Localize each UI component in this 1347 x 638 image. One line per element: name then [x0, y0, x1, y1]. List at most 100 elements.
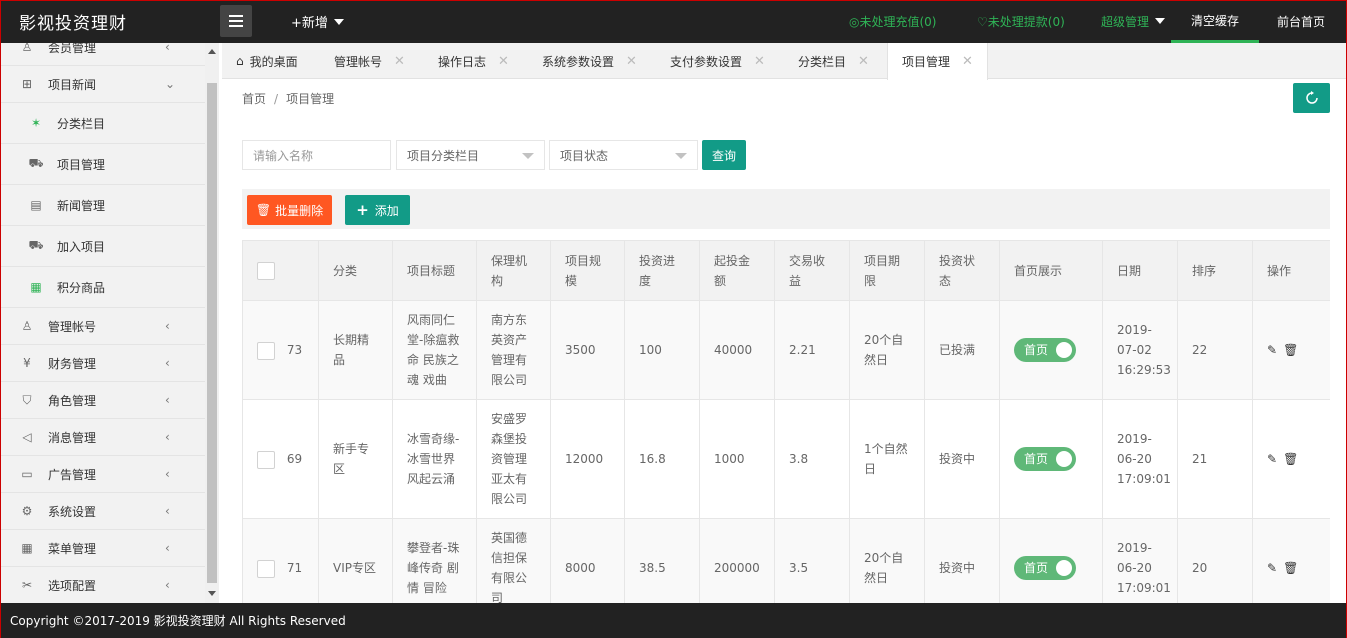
- close-icon[interactable]: ✕: [394, 54, 405, 69]
- scroll-up-arrow-icon[interactable]: [208, 49, 216, 54]
- tab-label: 支付参数设置: [670, 54, 743, 69]
- row-checkbox[interactable]: [257, 341, 275, 360]
- user-icon: ♙: [21, 43, 33, 54]
- chevron-left-icon: ‹: [165, 578, 170, 592]
- sidebar-item-messages[interactable]: ◁ 消息管理 ‹: [1, 419, 205, 456]
- delete-icon[interactable]: 🗑: [1283, 449, 1298, 469]
- sidebar-item-label: 角色管理: [48, 393, 97, 408]
- home-show-switch[interactable]: 首页: [1014, 447, 1076, 471]
- sidebar-item-menu-manage[interactable]: ▦ 菜单管理 ‹: [1, 530, 205, 567]
- sidebar-item-roles[interactable]: ⛉ 角色管理 ‹: [1, 382, 205, 419]
- close-icon[interactable]: ✕: [754, 54, 765, 69]
- dropdown-arrow-icon: [522, 153, 534, 159]
- close-icon[interactable]: ✕: [498, 54, 509, 69]
- yield-cell: 2.21: [774, 300, 850, 400]
- sidebar-item-members[interactable]: ♙ 会员管理 ‹: [1, 43, 205, 66]
- sidebar-item-project-news[interactable]: ⊞ 项目新闻 ⌄: [1, 66, 205, 103]
- sidebar-item-label: 项目管理: [57, 157, 106, 172]
- footer: Copyright ©2017-2019 影视投资理财 All Rights R…: [1, 603, 1346, 638]
- date-cell: 2019-06-20 17:09:01: [1102, 518, 1178, 603]
- breadcrumb-home[interactable]: 首页: [242, 92, 266, 106]
- sort-cell: 22: [1177, 300, 1253, 400]
- column-header: 首页展示: [999, 240, 1103, 301]
- batch-delete-button[interactable]: 🗑 批量删除: [247, 195, 332, 225]
- close-icon[interactable]: ✕: [858, 54, 869, 69]
- category-cell: VIP专区: [318, 518, 393, 603]
- scroll-thumb[interactable]: [207, 83, 217, 583]
- image-icon: ▭: [21, 467, 33, 481]
- row-id: 69: [286, 452, 303, 466]
- sidebar-item-system-settings[interactable]: ⚙ 系统设置 ‹: [1, 493, 205, 530]
- min-invest-cell: 200000: [699, 518, 775, 603]
- sidebar-scrollbar[interactable]: [205, 43, 219, 603]
- refresh-button[interactable]: [1293, 83, 1330, 113]
- close-icon[interactable]: ✕: [626, 54, 637, 69]
- sidebar-item-news-manage[interactable]: ▤ 新闻管理: [1, 185, 205, 226]
- row-checkbox[interactable]: [257, 450, 275, 469]
- sidebar-item-category[interactable]: ✶ 分类栏目: [1, 103, 205, 144]
- status-cell: 投资中: [924, 399, 1000, 519]
- scroll-down-arrow-icon[interactable]: [208, 591, 216, 596]
- row-select-cell: 71: [242, 518, 319, 603]
- progress-cell: 100: [624, 300, 700, 400]
- menu-toggle-button[interactable]: [220, 5, 252, 37]
- breadcrumb-current: 项目管理: [286, 92, 335, 106]
- status-select[interactable]: 项目状态: [549, 140, 698, 170]
- edit-icon[interactable]: ✎: [1267, 449, 1277, 469]
- sidebar-item-join-project[interactable]: ⛟ 加入项目: [1, 226, 205, 267]
- home-show-switch[interactable]: 首页: [1014, 338, 1076, 362]
- edit-icon[interactable]: ✎: [1267, 340, 1277, 360]
- sidebar-item-admin-accounts[interactable]: ♙ 管理帐号 ‹: [1, 308, 205, 345]
- sidebar-item-label: 系统设置: [48, 504, 97, 519]
- table-row: 71 VIP专区 攀登者-珠峰传奇 剧情 冒险 英国德信担保有限公司 8000 …: [242, 518, 1330, 603]
- category-cell: 长期精品: [318, 300, 393, 400]
- tab-system-params[interactable]: 系统参数设置 ✕: [528, 43, 651, 79]
- title-cell: 冰雪奇缘-冰雪世界 风起云涌: [392, 399, 477, 519]
- row-checkbox[interactable]: [257, 559, 275, 578]
- category-select[interactable]: 项目分类栏目: [396, 140, 545, 170]
- select-all-checkbox[interactable]: [257, 262, 275, 280]
- sidebar-item-ads[interactable]: ▭ 广告管理 ‹: [1, 456, 205, 493]
- add-button[interactable]: + 添加: [345, 195, 410, 225]
- sidebar-item-label: 广告管理: [48, 467, 97, 482]
- sidebar-item-finance[interactable]: ¥ 财务管理 ‹: [1, 345, 205, 382]
- query-button[interactable]: 查询: [702, 140, 746, 170]
- tab-label: 我的桌面: [249, 54, 298, 69]
- column-header: 项目规模: [550, 240, 625, 301]
- heart-icon: ♡: [977, 15, 988, 29]
- sidebar-item-label: 消息管理: [48, 430, 97, 445]
- close-icon[interactable]: ✕: [962, 54, 973, 69]
- tab-payment-params[interactable]: 支付参数设置 ✕: [656, 43, 779, 79]
- status-cell: 投资中: [924, 518, 1000, 603]
- pending-withdraw-link[interactable]: ♡未处理提款(0): [977, 13, 1065, 30]
- book-icon: ⊞: [21, 77, 33, 91]
- front-home-link[interactable]: 前台首页: [1277, 13, 1325, 30]
- sidebar-item-project-manage[interactable]: ⛟ 项目管理: [1, 144, 205, 185]
- tab-category[interactable]: 分类栏目 ✕: [784, 43, 883, 79]
- app-logo[interactable]: 影视投资理财: [19, 9, 127, 34]
- admin-dropdown[interactable]: 超级管理: [1101, 13, 1166, 30]
- tab-desktop[interactable]: ⌂ 我的桌面: [222, 43, 312, 79]
- delete-icon[interactable]: 🗑: [1283, 340, 1298, 360]
- column-header: 项目标题: [392, 240, 477, 301]
- new-dropdown[interactable]: +新增: [291, 12, 344, 31]
- edit-icon[interactable]: ✎: [1267, 558, 1277, 578]
- tab-admin-accounts[interactable]: 管理帐号 ✕: [320, 43, 419, 79]
- name-search-input[interactable]: 请输入名称: [242, 140, 391, 170]
- tab-operation-log[interactable]: 操作日志 ✕: [424, 43, 523, 79]
- scale-cell: 3500: [550, 300, 625, 400]
- tools-icon: ✂: [21, 578, 33, 592]
- sidebar-item-options[interactable]: ✂ 选项配置 ‹: [1, 567, 205, 603]
- pending-recharge-link[interactable]: ◎未处理充值(0): [849, 13, 936, 30]
- home-show-switch[interactable]: 首页: [1014, 556, 1076, 580]
- clear-cache-button[interactable]: 清空缓存: [1171, 1, 1259, 43]
- tab-project-manage[interactable]: 项目管理 ✕: [887, 43, 988, 80]
- sidebar-item-points-goods[interactable]: ▦ 积分商品: [1, 267, 205, 308]
- delete-icon[interactable]: 🗑: [1283, 558, 1298, 578]
- column-header: 起投金额: [699, 240, 775, 301]
- pending-recharge-label: 未处理充值(0): [859, 15, 937, 29]
- category-cell: 新手专区: [318, 399, 393, 519]
- switch-knob: [1056, 451, 1072, 467]
- new-label: +新增: [291, 16, 328, 31]
- shield-icon: ⛉: [22, 392, 32, 407]
